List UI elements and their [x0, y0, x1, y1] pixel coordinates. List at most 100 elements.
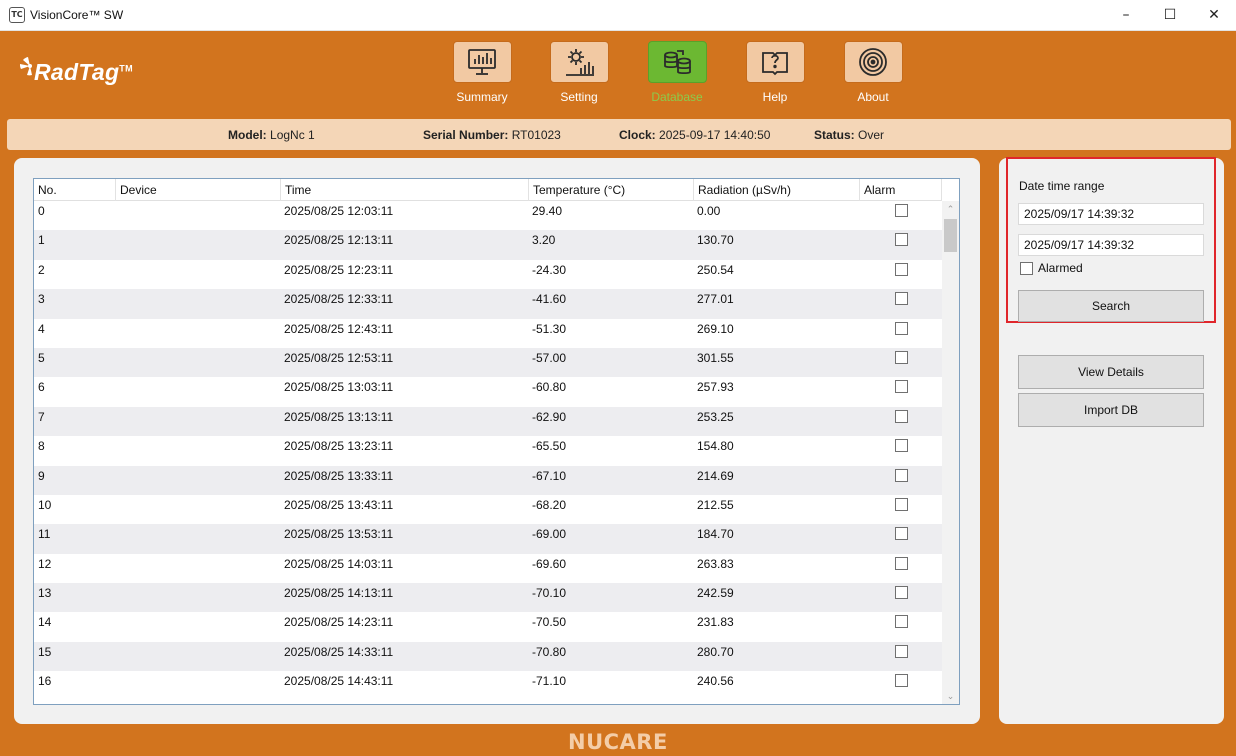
- column-header-time[interactable]: Time: [281, 179, 529, 201]
- records-table[interactable]: No. Device Time Temperature (°C) Radiati…: [33, 178, 960, 705]
- start-datetime-input[interactable]: [1018, 203, 1204, 225]
- serial-value: RT01023: [511, 128, 561, 142]
- cell-no: 0: [38, 204, 45, 218]
- cell-no: 14: [38, 615, 52, 630]
- cell-radiation: 130.70: [697, 233, 734, 248]
- target-icon: [859, 48, 887, 76]
- close-button[interactable]: ✕: [1192, 0, 1236, 31]
- cell-no: 2: [38, 262, 45, 277]
- cell-time: 2025/08/25 12:13:11: [284, 233, 394, 248]
- table-row[interactable]: 5 2025/08/25 12:53:11 -57.00 301.55: [34, 347, 942, 378]
- nav-database[interactable]: Database: [647, 41, 707, 104]
- table-row[interactable]: 1 2025/08/25 12:13:11 3.20 130.70: [34, 230, 942, 260]
- cell-time: 2025/08/25 12:03:11: [284, 204, 394, 218]
- nav-about-label: About: [857, 90, 889, 104]
- alarm-checkbox[interactable]: [895, 350, 908, 364]
- cell-radiation: 280.70: [697, 644, 734, 659]
- nav-setting[interactable]: Setting: [549, 41, 609, 104]
- model-info: Model: LogNc 1: [228, 128, 315, 142]
- cell-radiation: 242.59: [697, 586, 734, 601]
- cell-no: 4: [38, 321, 45, 336]
- table-row[interactable]: 7 2025/08/25 13:13:11 -62.90 253.25: [34, 406, 942, 437]
- table-row[interactable]: 16 2025/08/25 14:43:11 -71.10 240.56: [34, 671, 942, 700]
- search-button[interactable]: Search: [1018, 290, 1204, 322]
- cell-no: 8: [38, 439, 45, 454]
- alarm-checkbox[interactable]: [895, 556, 908, 570]
- table-row[interactable]: 12 2025/08/25 14:03:11 -69.60 263.83: [34, 554, 942, 583]
- scroll-up-icon[interactable]: ⌃: [942, 201, 959, 217]
- logo-trademark: TM: [119, 63, 133, 74]
- nav-setting-label: Setting: [560, 90, 598, 104]
- cell-no: 10: [38, 497, 52, 512]
- alarm-checkbox[interactable]: [895, 262, 908, 276]
- alarm-checkbox[interactable]: [895, 204, 908, 217]
- alarm-checkbox[interactable]: [895, 439, 908, 453]
- alarm-checkbox[interactable]: [895, 409, 908, 423]
- nav-summary[interactable]: Summary: [452, 41, 512, 104]
- table-row[interactable]: 6 2025/08/25 13:03:11 -60.80 257.93: [34, 377, 942, 406]
- alarmed-checkbox[interactable]: [1020, 262, 1033, 275]
- column-header-alarm[interactable]: Alarm: [860, 179, 942, 201]
- table-row[interactable]: 4 2025/08/25 12:43:11 -51.30 269.10: [34, 319, 942, 348]
- alarm-checkbox[interactable]: [895, 233, 908, 247]
- alarm-checkbox[interactable]: [895, 468, 908, 482]
- nav-database-label: Database: [651, 90, 703, 104]
- nav-about[interactable]: About: [843, 41, 903, 104]
- cell-temperature: 29.40: [532, 204, 563, 218]
- column-header-no[interactable]: No.: [34, 179, 116, 201]
- alarm-checkbox[interactable]: [895, 644, 908, 658]
- cell-time: 2025/08/25 12:23:11: [284, 262, 394, 277]
- table-row[interactable]: 10 2025/08/25 13:43:11 -68.20 212.55: [34, 495, 942, 524]
- view-details-button[interactable]: View Details: [1018, 355, 1204, 389]
- end-datetime-input[interactable]: [1018, 234, 1204, 256]
- table-row[interactable]: 11 2025/08/25 13:53:11 -69.00 184.70: [34, 524, 942, 554]
- table-row[interactable]: 2 2025/08/25 12:23:11 -24.30 250.54: [34, 260, 942, 289]
- cell-temperature: -71.10: [532, 674, 567, 689]
- table-row[interactable]: 15 2025/08/25 14:33:11 -70.80 280.70: [34, 641, 942, 672]
- cell-no: 13: [38, 586, 52, 601]
- cell-temperature: -60.80: [532, 380, 567, 395]
- scroll-down-icon[interactable]: ⌄: [942, 688, 959, 704]
- table-row[interactable]: 0 2025/08/25 12:03:11 29.40 0.00: [34, 201, 942, 230]
- model-value: LogNc 1: [270, 128, 315, 142]
- table-body: 0 2025/08/25 12:03:11 29.40 0.00 1 2025/08/25…: [34, 201, 942, 701]
- cell-time: 2025/08/25 13:33:11: [284, 468, 394, 483]
- minimize-button[interactable]: –: [1104, 0, 1148, 31]
- cell-time: 2025/08/25 13:43:11: [284, 497, 394, 512]
- table-row[interactable]: 8 2025/08/25 13:23:11 -65.50 154.80: [34, 436, 942, 465]
- alarm-checkbox[interactable]: [895, 674, 908, 688]
- filter-panel: Date time range Alarmed Search View Deta…: [999, 157, 1224, 724]
- import-db-button[interactable]: Import DB: [1018, 393, 1204, 427]
- alarm-checkbox[interactable]: [895, 615, 908, 629]
- table-row[interactable]: 9 2025/08/25 13:33:11 -67.10 214.69: [34, 465, 942, 495]
- scrollbar-thumb[interactable]: [944, 219, 957, 252]
- alarm-checkbox[interactable]: [895, 586, 908, 600]
- cell-no: 1: [38, 233, 45, 248]
- status-value: Over: [858, 128, 885, 142]
- column-header-radiation[interactable]: Radiation (µSv/h): [694, 179, 860, 201]
- cell-time: 2025/08/25 13:23:11: [284, 439, 394, 454]
- column-header-temperature[interactable]: Temperature (°C): [529, 179, 694, 201]
- alarm-checkbox[interactable]: [895, 497, 908, 511]
- date-range-label: Date time range: [1019, 179, 1105, 193]
- cell-radiation: 253.25: [697, 409, 734, 424]
- table-row[interactable]: 14 2025/08/25 14:23:11 -70.50 231.83: [34, 612, 942, 641]
- column-header-device[interactable]: Device: [116, 179, 281, 201]
- alarm-checkbox[interactable]: [895, 380, 908, 394]
- window-titlebar: TC VisionCore™ SW – ☐ ✕: [0, 0, 1236, 31]
- cell-radiation: 0.00: [697, 204, 721, 218]
- maximize-button[interactable]: ☐: [1148, 0, 1192, 31]
- cell-time: 2025/08/25 12:53:11: [284, 350, 394, 365]
- alarm-checkbox[interactable]: [895, 321, 908, 335]
- table-row[interactable]: 13 2025/08/25 14:13:11 -70.10 242.59: [34, 583, 942, 613]
- alarm-checkbox[interactable]: [895, 292, 908, 306]
- cell-radiation: 184.70: [697, 527, 734, 542]
- cell-temperature: 3.20: [532, 233, 556, 248]
- clock-info: Clock: 2025-09-17 14:40:50: [619, 128, 771, 142]
- table-row[interactable]: 3 2025/08/25 12:33:11 -41.60 277.01: [34, 289, 942, 319]
- table-scrollbar[interactable]: ⌃ ⌄: [942, 201, 959, 704]
- alarm-checkbox[interactable]: [895, 527, 908, 541]
- cell-temperature: -24.30: [532, 262, 567, 277]
- window-title: VisionCore™ SW: [30, 8, 124, 22]
- nav-help[interactable]: Help: [745, 41, 805, 104]
